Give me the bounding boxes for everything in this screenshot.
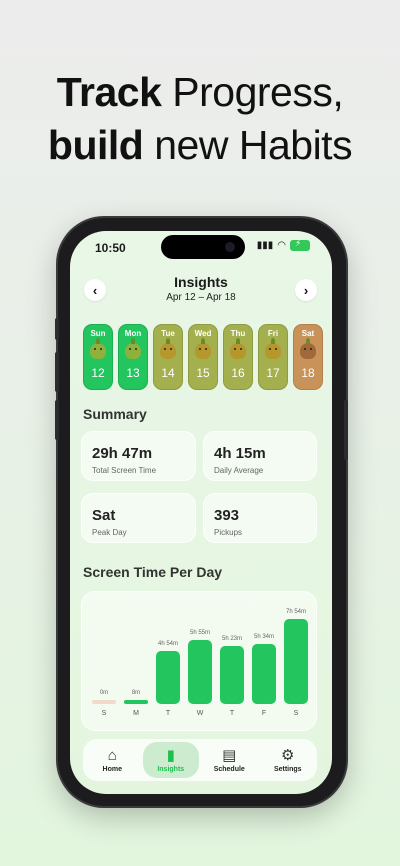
card-label: Peak Day <box>92 528 127 537</box>
chart-bar[interactable] <box>284 619 308 704</box>
chart-bar[interactable] <box>156 651 180 704</box>
headline-line-1: Track Progress, <box>0 66 400 119</box>
bar-day-label: S <box>293 710 299 717</box>
phone-action-button <box>55 318 59 340</box>
headline-rest-2: new Habits <box>154 122 353 168</box>
pet-icon <box>160 338 176 359</box>
chart-title: Screen Time Per Day <box>83 564 223 580</box>
bar-value-label: 4h 54m <box>157 641 178 648</box>
app-screen: 10:50 ▮▮▮ ◠ ‹ › Insights Apr 12 – Apr 18… <box>70 231 332 794</box>
tab-label: Settings <box>273 765 302 773</box>
headline-bold-1: Track <box>56 69 162 115</box>
tab-label: Insights <box>157 765 185 773</box>
chart-bar[interactable] <box>92 700 116 704</box>
screen-time-chart: 0m S 8m M 4h 54m T 5h 55m W 5h 23m T 5h 34m F 7h 54m… <box>81 591 317 731</box>
battery-icon <box>290 238 310 251</box>
day-number: 14 <box>161 366 175 380</box>
chart-bar[interactable] <box>252 644 276 704</box>
daily-average-card: 4h 15m Daily Average <box>203 431 317 481</box>
day-name: Wed <box>194 329 212 338</box>
day-name: Sun <box>90 329 106 338</box>
total-screen-time-card: 29h 47m Total Screen Time <box>81 431 196 481</box>
bar-day-label: S <box>101 710 107 717</box>
day-tile[interactable]: Tue 14 <box>153 324 183 390</box>
chart-bar[interactable] <box>220 646 244 704</box>
day-number: 16 <box>231 366 245 380</box>
pet-icon <box>125 338 141 359</box>
headline-bold-2: build <box>47 122 144 168</box>
bar-day-label: T <box>165 710 171 717</box>
pet-icon <box>90 338 106 359</box>
day-tile[interactable]: Sat 18 <box>293 324 323 390</box>
day-name: Tue <box>161 329 175 338</box>
chart-bar[interactable] <box>124 700 148 704</box>
card-value: Sat <box>92 507 116 524</box>
day-name: Mon <box>124 329 142 338</box>
date-range: Apr 12 – Apr 18 <box>166 292 236 303</box>
day-number: 18 <box>301 366 315 380</box>
status-icons: ▮▮▮ ◠ <box>256 238 310 251</box>
day-tile[interactable]: Thu 16 <box>223 324 253 390</box>
day-tile[interactable]: Sun 12 <box>83 324 113 390</box>
tab-label: Schedule <box>213 765 245 773</box>
day-number: 15 <box>196 366 210 380</box>
tab-home[interactable]: ⌂ Home <box>84 742 140 778</box>
clipboard-icon: ▤ <box>222 746 237 764</box>
peak-day-card: Sat Peak Day <box>81 493 196 543</box>
camera-icon <box>225 242 235 252</box>
bar-day-label: T <box>229 710 235 717</box>
pickups-card: 393 Pickups <box>203 493 317 543</box>
bar-value-label: 8m <box>131 690 141 696</box>
headline-line-2: build new Habits <box>0 119 400 172</box>
card-value: 4h 15m <box>214 445 266 462</box>
tab-settings[interactable]: ⚙ Settings <box>260 742 316 778</box>
pet-icon <box>300 338 316 359</box>
pet-icon <box>230 338 246 359</box>
card-label: Pickups <box>214 528 243 537</box>
day-number: 13 <box>126 366 140 380</box>
bar-value-label: 5h 55m <box>189 630 210 637</box>
bar-day-label: W <box>196 710 204 717</box>
day-name: Sat <box>301 329 315 338</box>
bar-value-label: 5h 34m <box>253 634 274 641</box>
day-tile[interactable]: Fri 17 <box>258 324 288 390</box>
summary-title: Summary <box>83 406 147 422</box>
dynamic-island <box>161 235 245 259</box>
house-icon: ⌂ <box>107 746 117 764</box>
phone-volume-up <box>55 352 59 392</box>
bar-day-label: M <box>133 710 139 717</box>
phone-power-button <box>344 400 348 460</box>
day-name: Thu <box>230 329 246 338</box>
wifi-icon: ◠ <box>277 240 286 251</box>
tab-schedule[interactable]: ▤ Schedule <box>201 742 257 778</box>
bar-value-label: 5h 23m <box>221 636 242 643</box>
bar-value-label: 0m <box>99 690 109 696</box>
day-tile[interactable]: Mon 13 <box>118 324 148 390</box>
tab-insights[interactable]: ▮ Insights <box>142 742 199 778</box>
day-number: 12 <box>91 366 105 380</box>
card-label: Total Screen Time <box>92 466 157 475</box>
bar-day-label: F <box>261 710 267 717</box>
day-tile[interactable]: Wed 15 <box>188 324 218 390</box>
day-strip: Sun 12 Mon 13 Tue 14 Wed 15 Thu 16 Fri 17 Sat 18 <box>83 324 323 390</box>
tab-bar: ⌂ Home ▮ Insights ▤ Schedule ⚙ Settings <box>83 739 317 781</box>
gear-icon: ⚙ <box>281 746 295 764</box>
phone-volume-down <box>55 400 59 440</box>
card-value: 393 <box>214 507 240 524</box>
day-name: Fri <box>267 329 279 338</box>
card-value: 29h 47m <box>92 445 153 462</box>
status-time: 10:50 <box>95 241 126 255</box>
bar-chart-icon: ▮ <box>166 746 175 764</box>
pet-icon <box>265 338 281 359</box>
card-label: Daily Average <box>214 466 264 475</box>
signal-icon: ▮▮▮ <box>256 240 274 251</box>
bar-value-label: 7h 54m <box>285 609 306 615</box>
day-number: 17 <box>266 366 280 380</box>
tab-label: Home <box>102 765 122 773</box>
headline: Track Progress, build new Habits <box>0 66 400 172</box>
chart-bar[interactable] <box>188 640 212 704</box>
page-title: Insights <box>174 274 228 290</box>
pet-icon <box>195 338 211 359</box>
headline-rest-1: Progress, <box>172 69 344 115</box>
